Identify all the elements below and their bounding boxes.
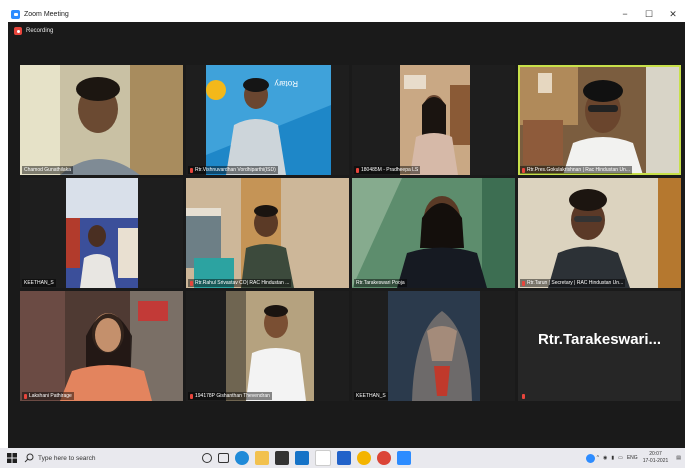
cortana-icon[interactable] [202,453,212,463]
muted-mic-icon [190,167,193,173]
mail-icon[interactable] [295,451,309,465]
participant-name: 194178P Gishanthan Thevendran [188,392,272,400]
title-bar: Zoom Meeting − ☐ ✕ [8,6,685,22]
participant-video: Rotary [186,65,349,175]
participant-name: Rtr.Vishnuvardhan Vordhiparthi(ISD) [188,166,278,174]
participant-tile[interactable]: Rtr.Tarun | Secretary | RAC Hindustan Un… [518,178,681,288]
muted-mic-icon [190,280,193,286]
clock-date: 17-01-2021 [642,458,669,464]
windows-logo-icon [7,453,17,463]
network-icon[interactable]: ◉ [603,455,607,461]
edge-icon[interactable] [235,451,249,465]
search-icon [24,453,34,463]
muted-mic-icon [356,167,359,173]
notifications-icon[interactable]: ▤ [676,455,681,461]
participant-video [186,178,349,288]
participant-name: KEETHAN_S [354,392,388,400]
participant-video [518,65,681,175]
participant-name: 180485M - Pradheepa LS [354,166,421,174]
recording-indicator[interactable]: Recording [8,22,685,40]
participant-video [20,291,183,401]
participant-tile[interactable]: 194178P Gishanthan Thevendran [186,291,349,401]
participant-name: Rtr.Rahul Srivastav CO| RAC Hindustan ..… [188,279,292,287]
muted-mic-icon [522,394,525,399]
svg-text:Rotary: Rotary [274,79,298,88]
participant-video [518,178,681,288]
muted-mic-icon [522,280,525,286]
participant-name: Rtr.Tarakeswari Pooja [354,279,407,287]
participant-display-name: Rtr.Tarakeswari... [537,331,662,348]
volume-icon[interactable]: ▮ [611,455,614,461]
chrome-icon[interactable] [377,451,391,465]
participant-tile[interactable]: KEETHAN_S [20,178,183,288]
language-indicator[interactable]: ENG [627,455,638,461]
participant-name [520,393,529,400]
zoom-window: Zoom Meeting − ☐ ✕ Recording Chamod Guna… [8,6,685,448]
participant-name: Rtr.Tarun | Secretary | RAC Hindustan Un… [520,279,626,287]
participant-video [352,178,515,288]
clock[interactable]: 20:07 17-01-2021 [643,451,669,465]
participant-tile[interactable]: KEETHAN_S [352,291,515,401]
zoom-app-icon [11,9,20,19]
participant-tile[interactable]: Rtr.Tarakeswari... [518,291,681,401]
battery-icon[interactable]: ▭ [618,455,623,461]
start-button[interactable] [0,448,24,468]
participant-name: Rtr.Pres.Gokulakrishnan | Rac Hindustan … [520,166,633,174]
recording-label: Recording [26,28,54,34]
participant-tile[interactable]: Rotary Rtr.Vishnuvardhan Vordhiparthi(IS… [186,65,349,175]
close-button[interactable]: ✕ [661,6,685,22]
window-controls: − ☐ ✕ [613,6,685,22]
participant-name: Chamod Gunathilaka [22,166,73,174]
participant-tile[interactable]: Lakshani Pathirage [20,291,183,401]
participant-tile[interactable]: Rtr.Rahul Srivastav CO| RAC Hindustan ..… [186,178,349,288]
file-explorer-icon[interactable] [255,451,269,465]
maximize-button[interactable]: ☐ [637,6,661,22]
app-icon[interactable] [315,450,331,466]
account-icon[interactable] [585,453,595,463]
task-view-icon[interactable] [218,453,229,463]
show-hidden-icons-icon[interactable]: ^ [597,455,599,461]
participant-name: KEETHAN_S [22,279,56,287]
participant-tile[interactable]: Chamod Gunathilaka [20,65,183,175]
taskbar-search[interactable]: Type here to search [24,448,194,468]
chrome-icon[interactable] [357,451,371,465]
participant-video [352,65,515,175]
participant-tile[interactable]: Rtr.Tarakeswari Pooja [352,178,515,288]
app-icon[interactable] [337,451,351,465]
store-icon[interactable] [275,451,289,465]
participant-name: Lakshani Pathirage [22,392,74,400]
recording-icon [14,27,22,35]
search-placeholder: Type here to search [38,454,96,462]
minimize-button[interactable]: − [613,6,637,22]
muted-mic-icon [24,393,27,399]
clock-time: 20:07 [649,451,662,457]
participant-tile[interactable]: 180485M - Pradheepa LS [352,65,515,175]
window-title: Zoom Meeting [24,10,69,18]
participant-video [20,178,183,288]
muted-mic-icon [190,393,193,399]
windows-taskbar: Type here to search ^ ◉ ▮ ▭ ENG 20:07 17… [0,448,685,468]
zoom-taskbar-icon[interactable] [397,451,411,465]
participant-video [20,65,183,175]
system-tray: ^ ◉ ▮ ▭ ENG 20:07 17-01-2021 ▤ [585,448,685,468]
participant-video [352,291,515,401]
participant-tile-active-speaker[interactable]: Rtr.Pres.Gokulakrishnan | Rac Hindustan … [518,65,681,175]
participant-video [186,291,349,401]
muted-mic-icon [522,167,525,173]
